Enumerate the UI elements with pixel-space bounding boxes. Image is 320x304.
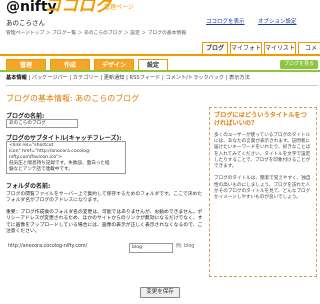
save-button[interactable]: 変更を保存 <box>140 287 180 298</box>
tab-myphoto[interactable]: マイフォト <box>230 42 262 54</box>
help-title: ブログにはどういうタイトルをつければいいの？ <box>214 112 307 127</box>
tab-comment[interactable]: コメ <box>298 42 320 54</box>
sub-tab-divider <box>0 70 320 72</box>
settings-menu[interactable]: 基本情報 | パッケージパー | カテゴリー | 更新通知 | RSSフィード … <box>6 75 250 81</box>
tab-design[interactable]: デザイン <box>94 59 134 70</box>
breadcrumb[interactable]: 管理ページトップ ＞ ブログ一覧 ＞ あのこらのブログ ＞ 設定 ＞ ブログの基… <box>6 31 186 37</box>
tab-create[interactable]: 作成 <box>50 59 90 70</box>
subtitle-textarea[interactable]: <link rel="shortcut icon" href="http://a… <box>6 141 126 174</box>
page-title: ブログの基本情報: あのこらのブログ <box>6 94 140 103</box>
settings-menu-basic[interactable]: 基本情報 <box>6 75 27 81</box>
subtitle-value: <link rel="shortcut icon" href="http://a… <box>9 143 110 172</box>
blog-owner-name: あのこらさん <box>6 19 45 27</box>
tab-manage[interactable]: 管理 <box>6 59 46 70</box>
tab-mylist[interactable]: マイリスト <box>264 42 296 54</box>
blog-name-input[interactable]: あのこらのブログ <box>6 119 78 128</box>
settings-menu-others[interactable]: | パッケージパー | カテゴリー | 更新通知 | RSSフィード | コメン… <box>27 75 249 81</box>
folder-warning: 重要：ブログ作成後のフォルダ名の変更は、可能ではありませんが、お勧めできません。… <box>6 210 203 234</box>
help-body: 多くのユーザーが使っているブログのタイトルには、あなたの言葉が表示されます。訪問… <box>214 133 311 201</box>
cocolog-logo: ココログ <box>44 0 112 16</box>
tab-blog[interactable]: ブログ <box>202 42 228 54</box>
blog-url-prefix: http://anocora.cocolog-nifty.com/ <box>8 244 88 249</box>
menu-divider <box>6 85 318 86</box>
folder-description: ブログの閲覧ファイルをサーバー上で集約して保存するためのフォルダです。ここで決め… <box>6 192 203 204</box>
blog-name-value: あのこらのブログ <box>9 121 46 126</box>
view-cocolog-link[interactable]: ココログを表示 <box>206 19 245 26</box>
top-tab-divider <box>0 54 320 56</box>
folder-example: 例: blog <box>176 244 195 249</box>
folder-name-label: フォルダの名前: <box>6 183 51 190</box>
option-settings-link[interactable]: オプション設定 <box>258 19 297 26</box>
admin-page-label: 管理ページ <box>104 4 134 11</box>
tab-settings[interactable]: 設定 <box>138 59 168 70</box>
view-blog-button[interactable]: ブログを見る <box>280 60 318 69</box>
folder-name-input[interactable]: blog <box>129 243 173 253</box>
folder-name-value: blog <box>132 245 142 250</box>
